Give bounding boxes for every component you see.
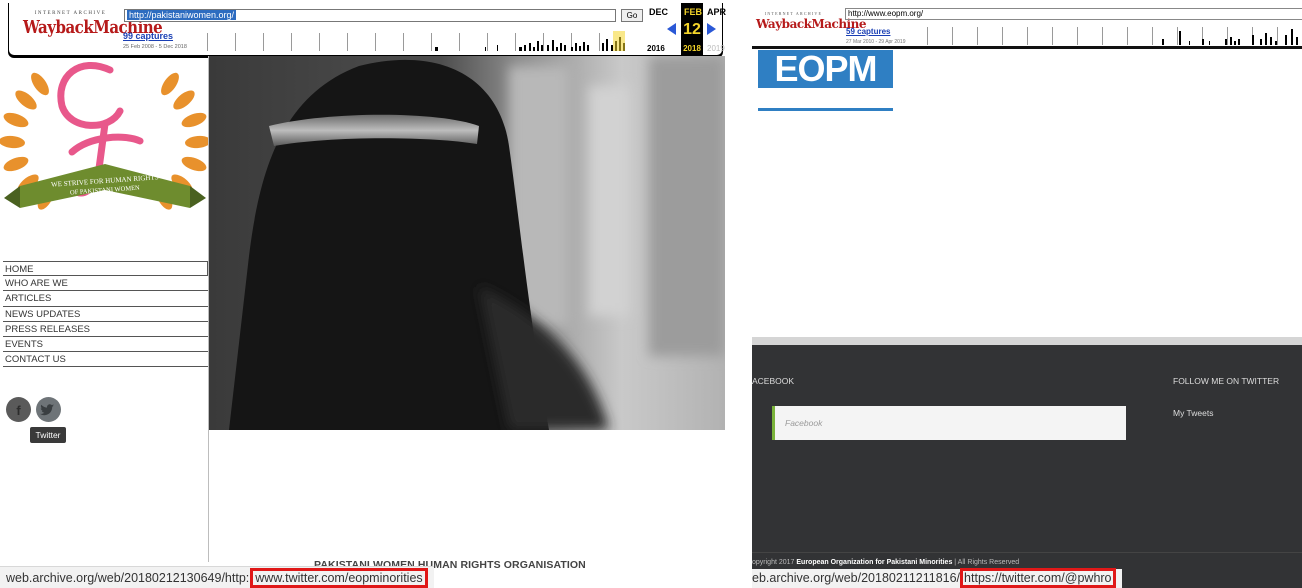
footer-border bbox=[752, 337, 1302, 345]
my-tweets-link[interactable]: My Tweets bbox=[1173, 408, 1213, 418]
capture-timeline[interactable] bbox=[207, 31, 632, 53]
wayback-url-text: http://pakistaniwomen.org/ bbox=[127, 10, 237, 20]
highlighted-twitter-link-2: https://twitter.com/@pwhro bbox=[960, 568, 1116, 588]
left-page: INTERNET ARCHIVE WaybackMachine http://p… bbox=[0, 0, 730, 588]
facebook-widget-box[interactable]: Facebook bbox=[772, 406, 1126, 440]
twitter-bird-icon bbox=[40, 404, 54, 416]
ribbon-banner bbox=[20, 164, 190, 208]
twitter-widget-title: FOLLOW ME ON TWITTER bbox=[1173, 376, 1280, 386]
facebook-widget-title: ACEBOOK bbox=[752, 376, 795, 386]
facebook-icon: f bbox=[16, 403, 21, 418]
wayback-machine-wordmark: WaybackMachine bbox=[23, 16, 163, 38]
status-url-prefix-2: eb.archive.org/web/20180211211816/ bbox=[752, 571, 961, 585]
captures-link-2[interactable]: 59 captures bbox=[846, 27, 890, 36]
wayback-toolbar: INTERNET ARCHIVE WaybackMachine http://p… bbox=[8, 3, 726, 56]
org-logo[interactable]: WE STRIVE FOR HUMAN RIGHTS OF PAKISTANI … bbox=[0, 56, 210, 226]
next-capture-arrow-icon[interactable] bbox=[707, 23, 716, 35]
right-page: INTERNET ARCHIVE WaybackMachine http://w… bbox=[752, 0, 1302, 588]
next-month-label[interactable]: APR bbox=[707, 7, 726, 17]
browser-status-bar-2: eb.archive.org/web/20180211211816/https:… bbox=[752, 568, 1122, 588]
highlighted-twitter-link: www.twitter.com/eopminorities bbox=[250, 568, 428, 588]
internet-archive-label-2: INTERNET ARCHIVE bbox=[764, 11, 823, 16]
capture-timeline-2[interactable] bbox=[927, 25, 1302, 47]
wayback-url-input[interactable]: http://pakistaniwomen.org/ bbox=[124, 9, 616, 22]
prev-capture-arrow-icon[interactable] bbox=[667, 23, 676, 35]
copyright-line: opyright 2017 European Organization for … bbox=[752, 559, 1019, 566]
prev-month-label[interactable]: DEC bbox=[649, 7, 668, 17]
status-url-prefix: web.archive.org/web/20180212130649/http: bbox=[6, 571, 250, 585]
twitter-tooltip: Twitter bbox=[30, 427, 66, 443]
facebook-button[interactable]: f bbox=[6, 397, 31, 422]
browser-status-bar: web.archive.org/web/20180212130649/http:… bbox=[0, 566, 434, 588]
captures-link[interactable]: 99 captures bbox=[123, 31, 173, 41]
wayback-logo[interactable]: INTERNET ARCHIVE WaybackMachine bbox=[23, 11, 163, 47]
prev-year-label[interactable]: 2016 bbox=[647, 44, 665, 53]
nav-home[interactable]: HOME bbox=[3, 261, 208, 277]
nav-events[interactable]: EVENTS bbox=[3, 337, 208, 353]
footer-separator bbox=[752, 552, 1302, 553]
wayback-url-input-2[interactable]: http://www.eopm.org/ bbox=[845, 8, 1302, 20]
current-day: 12 bbox=[683, 21, 701, 38]
hero-image bbox=[209, 56, 725, 430]
eopm-logo[interactable]: EOPM bbox=[758, 50, 893, 88]
svg-text:f: f bbox=[16, 403, 21, 418]
nav-who-are-we[interactable]: WHO ARE WE bbox=[3, 276, 208, 292]
copyright-prefix: opyright 2017 bbox=[752, 559, 795, 566]
twitter-button[interactable] bbox=[36, 397, 61, 422]
screenshot-root: INTERNET ARCHIVE WaybackMachine http://p… bbox=[0, 0, 1302, 588]
wayback-logo-2[interactable]: INTERNET ARCHIVE WaybackMachine bbox=[756, 11, 866, 31]
current-year-label: 2018 bbox=[683, 44, 701, 53]
nav-news-updates[interactable]: NEWS UPDATES bbox=[3, 307, 208, 322]
wayback-go-button[interactable]: Go bbox=[621, 9, 643, 22]
copyright-org-link[interactable]: European Organization for Pakistani Mino… bbox=[796, 559, 952, 566]
next-year-label: 2019 bbox=[707, 44, 725, 53]
current-month-label: FEB bbox=[684, 7, 702, 17]
main-nav: HOME WHO ARE WE ARTICLES NEWS UPDATES PR… bbox=[3, 261, 208, 368]
capture-range-2: 27 Mar 2010 - 29 Apr 2019 bbox=[846, 39, 906, 45]
month-navigator: DEC FEB APR 12 2016 2018 2019 bbox=[645, 3, 726, 56]
nav-articles[interactable]: ARTICLES bbox=[3, 291, 208, 307]
site-footer: ACEBOOK Facebook FOLLOW ME ON TWITTER My… bbox=[752, 345, 1302, 588]
capture-range: 25 Feb 2008 - 5 Dec 2018 bbox=[123, 44, 187, 50]
logo-underline bbox=[758, 108, 893, 111]
nav-contact-us[interactable]: CONTACT US bbox=[3, 352, 208, 368]
wayback-machine-wordmark-2: WaybackMachine bbox=[756, 17, 866, 31]
nav-press-releases[interactable]: PRESS RELEASES bbox=[3, 322, 208, 337]
wayback-toolbar-2: INTERNET ARCHIVE WaybackMachine http://w… bbox=[752, 5, 1302, 49]
copyright-suffix: | All Rights Reserved bbox=[954, 559, 1020, 566]
